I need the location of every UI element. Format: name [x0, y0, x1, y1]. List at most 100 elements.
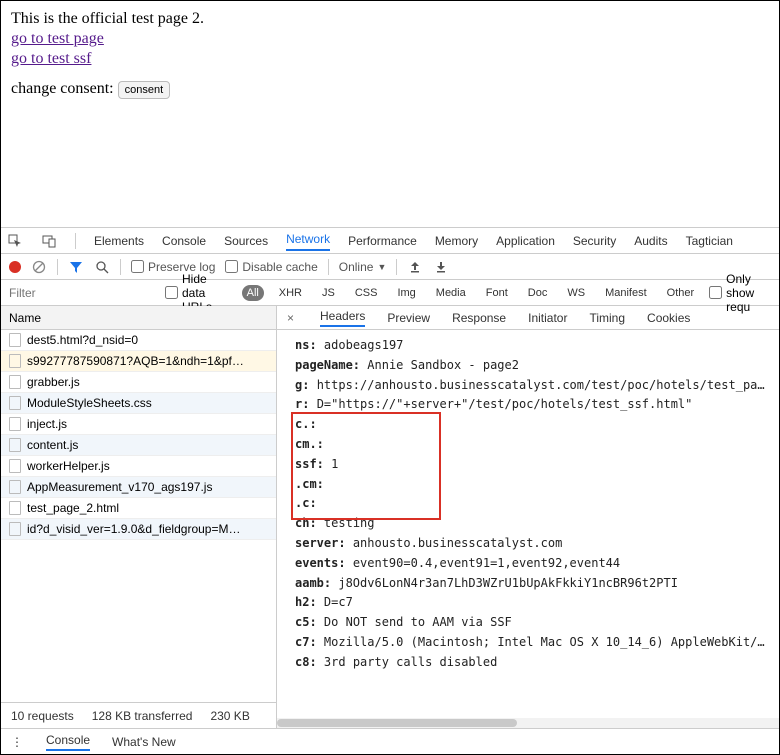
- search-icon[interactable]: [94, 259, 110, 275]
- tab-application[interactable]: Application: [496, 234, 555, 248]
- devtools-drawer: ⋮ Console What's New: [1, 728, 779, 754]
- request-name: ModuleStyleSheets.css: [27, 396, 152, 410]
- header-kv: ns: adobeags197: [295, 336, 767, 356]
- detail-tab-response[interactable]: Response: [452, 311, 506, 325]
- request-name: grabber.js: [27, 375, 80, 389]
- throttle-label: Online: [339, 260, 374, 274]
- disable-cache[interactable]: Disable cache: [225, 260, 317, 274]
- filter-icon[interactable]: [68, 259, 84, 275]
- link-test-ssf[interactable]: go to test ssf: [11, 50, 91, 67]
- link-test-page[interactable]: go to test page: [11, 30, 104, 47]
- page-body: This is the official test page 2. go to …: [1, 1, 779, 107]
- type-font[interactable]: Font: [481, 285, 513, 301]
- inspect-icon[interactable]: [7, 233, 23, 249]
- type-css[interactable]: CSS: [350, 285, 383, 301]
- network-toolbar: Preserve log Disable cache Online ▼: [1, 254, 779, 280]
- type-doc[interactable]: Doc: [523, 285, 553, 301]
- detail-tab-initiator[interactable]: Initiator: [528, 311, 567, 325]
- header-kv: c.:: [295, 415, 767, 435]
- drawer-tab-console[interactable]: Console: [46, 733, 90, 751]
- type-xhr[interactable]: XHR: [274, 285, 307, 301]
- type-img[interactable]: Img: [392, 285, 420, 301]
- request-row[interactable]: inject.js: [1, 414, 276, 435]
- request-row[interactable]: workerHelper.js: [1, 456, 276, 477]
- disable-cache-label: Disable cache: [242, 260, 317, 274]
- tab-elements[interactable]: Elements: [94, 234, 144, 248]
- column-header-name[interactable]: Name: [1, 306, 276, 330]
- device-toggle-icon[interactable]: [41, 233, 57, 249]
- tab-network[interactable]: Network: [286, 232, 330, 251]
- headers-body[interactable]: ns: adobeags197 pageName: Annie Sandbox …: [277, 330, 779, 728]
- file-icon: [9, 459, 21, 473]
- record-icon[interactable]: [9, 261, 21, 273]
- request-name: content.js: [27, 438, 78, 452]
- header-kv: server: anhousto.businesscatalyst.com: [295, 534, 767, 554]
- tab-security[interactable]: Security: [573, 234, 616, 248]
- horizontal-scrollbar[interactable]: [277, 718, 779, 728]
- header-kv: c8: 3rd party calls disabled: [295, 653, 767, 673]
- request-row[interactable]: content.js: [1, 435, 276, 456]
- tab-memory[interactable]: Memory: [435, 234, 478, 248]
- throttle-select[interactable]: Online ▼: [339, 260, 387, 274]
- header-kv: r: D="https://"+server+"/test/poc/hotels…: [295, 395, 767, 415]
- header-kv: pageName: Annie Sandbox - page2: [295, 356, 767, 376]
- upload-icon[interactable]: [407, 259, 423, 275]
- download-icon[interactable]: [433, 259, 449, 275]
- detail-tab-cookies[interactable]: Cookies: [647, 311, 690, 325]
- tab-sources[interactable]: Sources: [224, 234, 268, 248]
- consent-label: change consent:: [11, 80, 118, 97]
- request-name: test_page_2.html: [27, 501, 119, 515]
- detail-tab-timing[interactable]: Timing: [589, 311, 625, 325]
- page-text: This is the official test page 2.: [11, 9, 769, 29]
- type-manifest[interactable]: Manifest: [600, 285, 652, 301]
- file-icon: [9, 501, 21, 515]
- filter-input[interactable]: [5, 282, 155, 304]
- request-name: s99277787590871?AQB=1&ndh=1&pf…: [27, 354, 244, 368]
- request-row[interactable]: grabber.js: [1, 372, 276, 393]
- file-icon: [9, 375, 21, 389]
- request-row[interactable]: id?d_visid_ver=1.9.0&d_fieldgroup=M…: [1, 519, 276, 540]
- drawer-tab-whatsnew[interactable]: What's New: [112, 735, 176, 749]
- detail-tab-preview[interactable]: Preview: [387, 311, 430, 325]
- header-kv: events: event90=0.4,event91=1,event92,ev…: [295, 554, 767, 574]
- tab-tagtician[interactable]: Tagtician: [686, 234, 733, 248]
- file-icon: [9, 417, 21, 431]
- header-kv: cm.:: [295, 435, 767, 455]
- header-kv: ssf: 1: [295, 455, 767, 475]
- file-icon: [9, 396, 21, 410]
- close-icon[interactable]: ×: [287, 311, 294, 325]
- request-name: inject.js: [27, 417, 67, 431]
- file-icon: [9, 354, 21, 368]
- drawer-menu-icon[interactable]: ⋮: [11, 735, 24, 749]
- footer-requests: 10 requests: [11, 709, 74, 723]
- type-js[interactable]: JS: [317, 285, 340, 301]
- request-row[interactable]: ModuleStyleSheets.css: [1, 393, 276, 414]
- devtools: Elements Console Sources Network Perform…: [1, 227, 779, 754]
- header-kv: aamb: j8Odv6LonN4r3an7LhD3WZrU1bUpAkFkki…: [295, 574, 767, 594]
- request-row[interactable]: dest5.html?d_nsid=0: [1, 330, 276, 351]
- request-row[interactable]: test_page_2.html: [1, 498, 276, 519]
- request-name: dest5.html?d_nsid=0: [27, 333, 138, 347]
- footer-resources: 230 KB: [210, 709, 249, 723]
- type-ws[interactable]: WS: [562, 285, 590, 301]
- request-row[interactable]: s99277787590871?AQB=1&ndh=1&pf…: [1, 351, 276, 372]
- type-all[interactable]: All: [242, 285, 264, 301]
- request-name: AppMeasurement_v170_ags197.js: [27, 480, 212, 494]
- request-row[interactable]: AppMeasurement_v170_ags197.js: [1, 477, 276, 498]
- request-list: Name dest5.html?d_nsid=0 s99277787590871…: [1, 306, 277, 728]
- clear-icon[interactable]: [31, 259, 47, 275]
- type-other[interactable]: Other: [662, 285, 700, 301]
- type-media[interactable]: Media: [431, 285, 471, 301]
- chevron-down-icon: ▼: [377, 262, 386, 272]
- tab-console[interactable]: Console: [162, 234, 206, 248]
- type-filters: XHR JS CSS Img Media Font Doc WS Manifes…: [274, 285, 699, 301]
- header-kv: h2: D=c7: [295, 593, 767, 613]
- file-icon: [9, 480, 21, 494]
- detail-tab-headers[interactable]: Headers: [320, 309, 365, 327]
- tab-audits[interactable]: Audits: [634, 234, 667, 248]
- consent-button[interactable]: consent: [118, 81, 171, 99]
- header-kv: g: https://anhousto.businesscatalyst.com…: [295, 376, 767, 396]
- footer-transferred: 128 KB transferred: [92, 709, 193, 723]
- network-filterbar: Hide data URLs All XHR JS CSS Img Media …: [1, 280, 779, 306]
- tab-performance[interactable]: Performance: [348, 234, 417, 248]
